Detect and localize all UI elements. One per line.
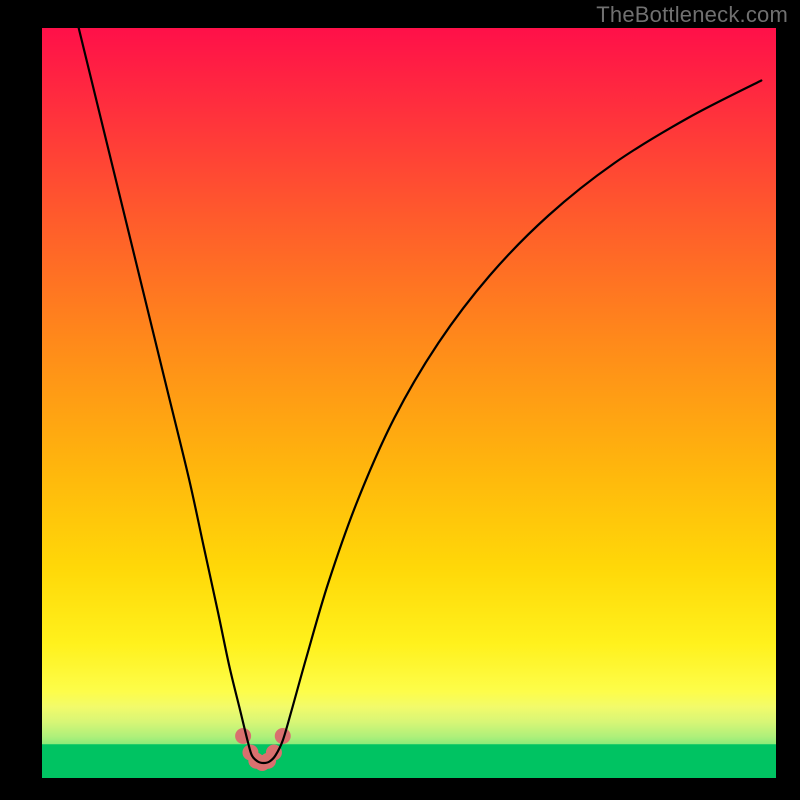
green-band xyxy=(42,744,776,778)
chart-stage: TheBottleneck.com xyxy=(0,0,800,800)
watermark-text: TheBottleneck.com xyxy=(596,2,788,28)
plot-area xyxy=(42,28,776,778)
chart-svg xyxy=(0,0,800,800)
